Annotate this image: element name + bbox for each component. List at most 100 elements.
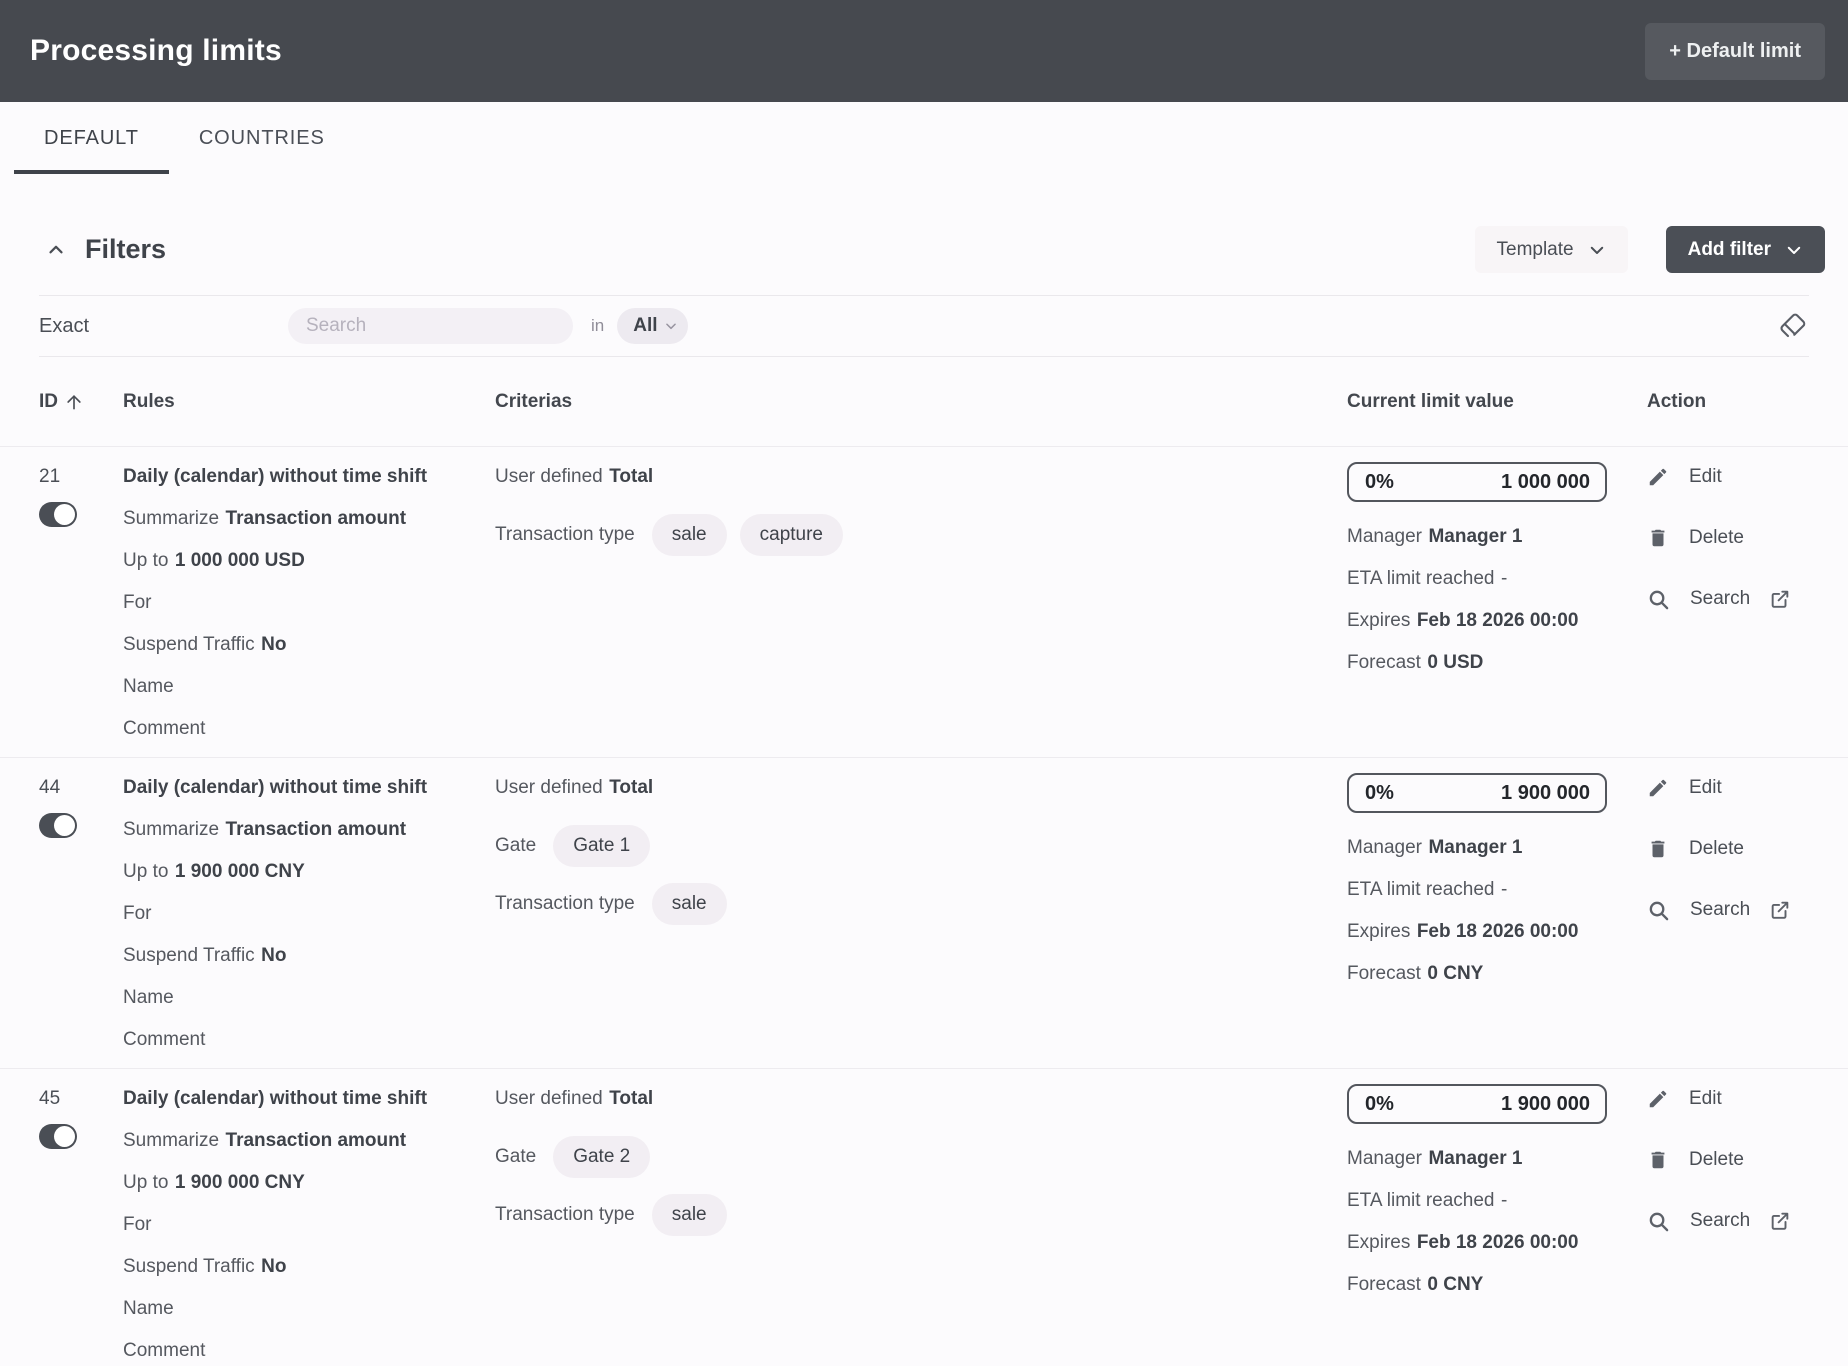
- row-toggle[interactable]: [39, 1124, 77, 1149]
- rules-cell: Daily (calendar) without time shift Summ…: [123, 456, 495, 750]
- limit-cell: 0% 1 000 000 ManagerManager 1 ETA limit …: [1347, 456, 1647, 750]
- column-header-action: Action: [1647, 391, 1848, 413]
- filters-header: Filters Template Add filter: [39, 226, 1825, 273]
- criteria-chip: sale: [652, 883, 727, 925]
- actions-cell: Edit Delete Search: [1647, 767, 1848, 1061]
- search-button[interactable]: Search: [1647, 578, 1828, 620]
- search-button[interactable]: Search: [1647, 889, 1828, 931]
- add-default-limit-button[interactable]: + Default limit: [1645, 23, 1825, 80]
- edit-button[interactable]: Edit: [1647, 767, 1828, 809]
- edit-button[interactable]: Edit: [1647, 1078, 1828, 1120]
- delete-button[interactable]: Delete: [1647, 517, 1828, 559]
- limit-cell: 0% 1 900 000 ManagerManager 1 ETA limit …: [1347, 1078, 1647, 1366]
- manager-line: ManagerManager 1: [1347, 516, 1647, 558]
- limit-amount: 1 900 000: [1501, 782, 1590, 805]
- limit-percent: 0%: [1365, 782, 1394, 805]
- rule-period: Daily (calendar) without time shift: [123, 456, 495, 498]
- chevron-up-icon[interactable]: [39, 239, 73, 261]
- expires-line: ExpiresFeb 18 2026 00:00: [1347, 1222, 1647, 1264]
- manager-line: ManagerManager 1: [1347, 827, 1647, 869]
- sort-ascending-icon[interactable]: [64, 392, 84, 412]
- external-link-icon[interactable]: [1769, 1210, 1791, 1232]
- delete-button[interactable]: Delete: [1647, 1139, 1828, 1181]
- row-id: 44: [39, 767, 123, 809]
- magnifier-icon: [1647, 899, 1670, 922]
- tab-bar: DEFAULT COUNTRIES: [0, 102, 1848, 174]
- row-id: 21: [39, 456, 123, 498]
- rule-period: Daily (calendar) without time shift: [123, 767, 495, 809]
- rules-cell: Daily (calendar) without time shift Summ…: [123, 1078, 495, 1366]
- add-filter-button[interactable]: Add filter: [1666, 226, 1825, 273]
- id-cell: 45: [39, 1078, 123, 1366]
- row-id: 45: [39, 1078, 123, 1120]
- limit-percent: 0%: [1365, 1093, 1394, 1116]
- pencil-icon: [1647, 777, 1669, 799]
- filter-row-label: Exact: [39, 315, 288, 338]
- trash-icon: [1647, 838, 1669, 860]
- limit-amount: 1 000 000: [1501, 471, 1590, 494]
- forecast-line: Forecast0 CNY: [1347, 1264, 1647, 1306]
- table-row: 44 Daily (calendar) without time shift S…: [0, 757, 1848, 1068]
- eraser-icon[interactable]: [1777, 310, 1809, 342]
- limit-percent: 0%: [1365, 471, 1394, 494]
- edit-button[interactable]: Edit: [1647, 456, 1828, 498]
- scope-select[interactable]: All: [617, 308, 687, 344]
- limit-amount: 1 900 000: [1501, 1093, 1590, 1116]
- column-header-id[interactable]: ID: [39, 391, 123, 413]
- chevron-down-icon: [664, 319, 678, 333]
- limit-value-box: 0% 1 900 000: [1347, 1084, 1607, 1124]
- tab-default[interactable]: DEFAULT: [14, 102, 169, 174]
- criteria-chip: capture: [740, 514, 843, 556]
- filters-title: Filters: [85, 234, 166, 265]
- app-header: Processing limits + Default limit: [0, 0, 1848, 102]
- column-header-criterias: Criterias: [495, 391, 1347, 413]
- external-link-icon[interactable]: [1769, 899, 1791, 921]
- in-label: in: [591, 316, 604, 336]
- page-title: Processing limits: [30, 34, 282, 68]
- eta-line: ETA limit reached-: [1347, 869, 1647, 911]
- forecast-line: Forecast0 CNY: [1347, 953, 1647, 995]
- template-button[interactable]: Template: [1475, 226, 1628, 273]
- rule-period: Daily (calendar) without time shift: [123, 1078, 495, 1120]
- pencil-icon: [1647, 1088, 1669, 1110]
- actions-cell: Edit Delete Search: [1647, 1078, 1848, 1366]
- external-link-icon[interactable]: [1769, 588, 1791, 610]
- manager-line: ManagerManager 1: [1347, 1138, 1647, 1180]
- trash-icon: [1647, 1149, 1669, 1171]
- expires-line: ExpiresFeb 18 2026 00:00: [1347, 600, 1647, 642]
- eta-line: ETA limit reached-: [1347, 1180, 1647, 1222]
- row-toggle[interactable]: [39, 813, 77, 838]
- limit-value-box: 0% 1 000 000: [1347, 462, 1607, 502]
- search-button[interactable]: Search: [1647, 1200, 1828, 1242]
- column-header-limit: Current limit value: [1347, 391, 1647, 413]
- criteria-chip: sale: [652, 1194, 727, 1236]
- limit-cell: 0% 1 900 000 ManagerManager 1 ETA limit …: [1347, 767, 1647, 1061]
- chevron-down-icon: [1785, 241, 1803, 259]
- pencil-icon: [1647, 466, 1669, 488]
- trash-icon: [1647, 527, 1669, 549]
- id-cell: 21: [39, 456, 123, 750]
- criterias-cell: User definedTotal Transaction type sale …: [495, 456, 1347, 750]
- rules-cell: Daily (calendar) without time shift Summ…: [123, 767, 495, 1061]
- criterias-cell: User definedTotal Gate Gate 1 Transactio…: [495, 767, 1347, 1061]
- limit-value-box: 0% 1 900 000: [1347, 773, 1607, 813]
- row-toggle[interactable]: [39, 502, 77, 527]
- table-header: ID Rules Criterias Current limit value A…: [0, 357, 1848, 446]
- criteria-chip: Gate 1: [553, 825, 650, 867]
- magnifier-icon: [1647, 588, 1670, 611]
- eta-line: ETA limit reached-: [1347, 558, 1647, 600]
- criteria-chip: Gate 2: [553, 1136, 650, 1178]
- criteria-chip: sale: [652, 514, 727, 556]
- expires-line: ExpiresFeb 18 2026 00:00: [1347, 911, 1647, 953]
- forecast-line: Forecast0 USD: [1347, 642, 1647, 684]
- criterias-cell: User definedTotal Gate Gate 2 Transactio…: [495, 1078, 1347, 1366]
- column-header-rules: Rules: [123, 391, 495, 413]
- delete-button[interactable]: Delete: [1647, 828, 1828, 870]
- actions-cell: Edit Delete Search: [1647, 456, 1848, 750]
- tab-countries[interactable]: COUNTRIES: [169, 102, 355, 174]
- chevron-down-icon: [1588, 241, 1606, 259]
- id-cell: 44: [39, 767, 123, 1061]
- search-input[interactable]: [288, 308, 573, 344]
- table-row: 45 Daily (calendar) without time shift S…: [0, 1068, 1848, 1366]
- filter-row-exact: Exact in All: [0, 296, 1848, 356]
